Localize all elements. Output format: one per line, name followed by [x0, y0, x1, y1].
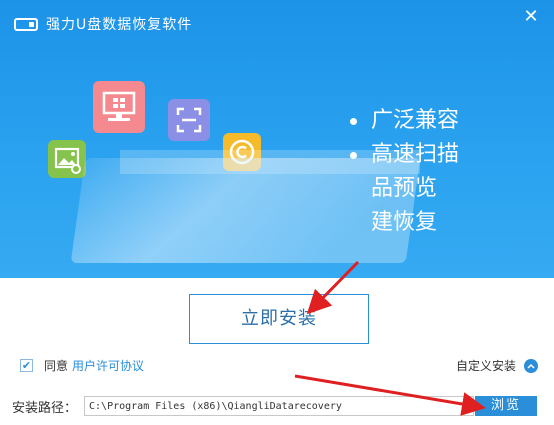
chevron-up-icon[interactable] — [524, 358, 538, 373]
hero-banner: 强力U盘数据恢复软件 ✕ 广泛兼容 高速扫描 品预览 建恢复 — [0, 0, 554, 278]
install-path-row: 安装路径： — [12, 396, 475, 416]
scan-icon — [168, 99, 210, 141]
custom-install-label: 自定义安装 — [455, 359, 516, 373]
install-path-input[interactable] — [84, 396, 475, 416]
feature-item: 高速扫描 — [350, 138, 459, 172]
license-agreement-link[interactable]: 用户许可协议 — [72, 357, 144, 374]
monitor-icon — [93, 81, 145, 133]
app-title: 强力U盘数据恢复软件 — [46, 17, 193, 33]
agreement-row: ✔ 同意 用户许可协议 — [20, 357, 144, 374]
feature-item: 建恢复 — [371, 210, 438, 235]
image-icon — [48, 140, 86, 178]
install-path-label: 安装路径： — [12, 400, 78, 416]
feature-list: 广泛兼容 高速扫描 品预览 建恢复 — [350, 104, 459, 240]
agree-label: 同意 — [44, 359, 69, 373]
feature-item: 广泛兼容 — [350, 104, 459, 138]
agree-checkbox[interactable]: ✔ — [20, 359, 33, 372]
install-button[interactable]: 立即安装 — [189, 294, 369, 344]
close-button[interactable]: ✕ — [520, 6, 542, 28]
browse-button[interactable]: 浏览 — [475, 396, 537, 416]
feature-item: 品预览 — [371, 176, 438, 201]
custom-install-toggle[interactable]: 自定义安装 — [456, 357, 538, 374]
usb-drive-icon — [14, 17, 38, 31]
title-bar: 强力U盘数据恢复软件 — [14, 14, 192, 34]
